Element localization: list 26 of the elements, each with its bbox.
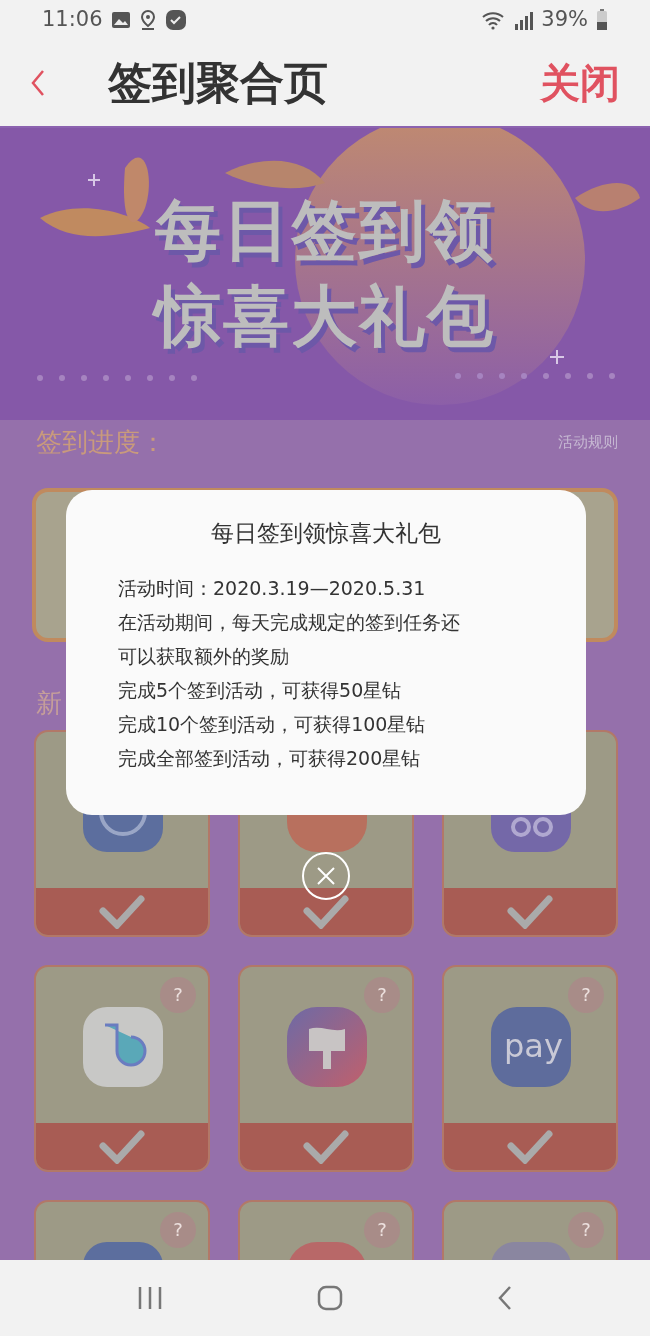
- task-card[interactable]: ?: [238, 1200, 414, 1260]
- clock-time: 11:06: [42, 6, 103, 34]
- task-card[interactable]: ?: [238, 965, 414, 1172]
- help-badge[interactable]: ?: [160, 977, 196, 1013]
- help-badge[interactable]: ?: [160, 1212, 196, 1248]
- help-badge[interactable]: ?: [568, 977, 604, 1013]
- rules-link[interactable]: 活动规则: [558, 431, 618, 454]
- help-badge[interactable]: ?: [568, 1212, 604, 1248]
- help-badge[interactable]: ?: [364, 1212, 400, 1248]
- dialog-text: 完成5个签到活动，可获得50星钻: [118, 677, 403, 703]
- dialog-title: 每日签到领惊喜大礼包: [210, 519, 442, 548]
- battery-percentage: 39%: [541, 6, 588, 34]
- dialog-text: 可以获取额外的奖励: [118, 643, 290, 669]
- banner-title: 每日签到领: [155, 191, 495, 271]
- dialog-text: 完成10个签到活动，可获得100星钻: [118, 711, 427, 737]
- icon-text: pay: [504, 1027, 563, 1065]
- task-card[interactable]: ?: [34, 1200, 210, 1260]
- task-card[interactable]: pay ?: [442, 965, 618, 1172]
- task-card[interactable]: ?: [34, 965, 210, 1172]
- dialog-text: 在活动期间，每天完成规定的签到任务还: [118, 609, 461, 635]
- dialog-text: 活动时间：2020.3.19—2020.5.31: [118, 575, 427, 601]
- help-badge[interactable]: ?: [364, 977, 400, 1013]
- close-button[interactable]: 关闭: [540, 53, 620, 113]
- task-card[interactable]: ?: [442, 1200, 618, 1260]
- dialog-text: 完成全部签到活动，可获得200星钻: [118, 745, 422, 771]
- page-title: 签到聚合页: [108, 56, 328, 110]
